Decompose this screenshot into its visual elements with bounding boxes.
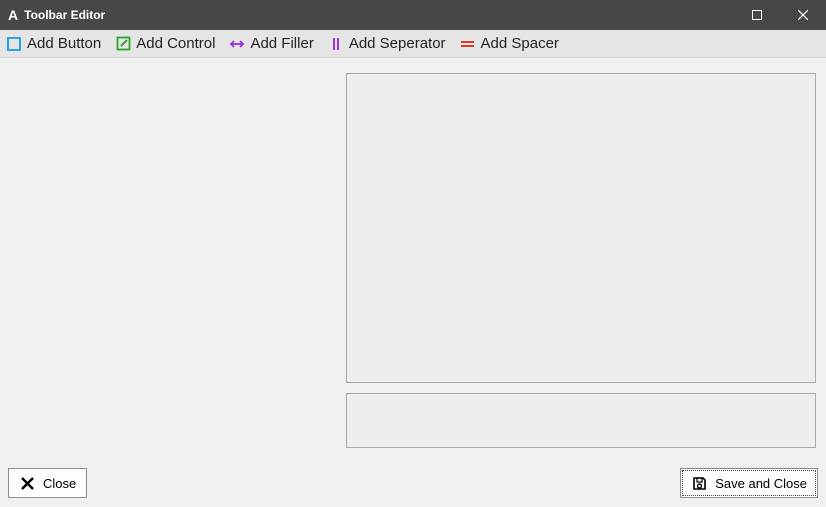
maximize-button[interactable] — [734, 0, 780, 30]
maximize-icon — [752, 10, 762, 20]
add-button-label: Add Button — [27, 35, 101, 52]
horizontal-arrows-icon — [229, 36, 245, 52]
add-spacer-item[interactable]: Add Spacer — [460, 35, 559, 52]
spacer-icon — [460, 36, 476, 52]
square-icon — [6, 36, 22, 52]
add-control-label: Add Control — [136, 35, 215, 52]
x-icon — [19, 475, 35, 491]
add-filler-item[interactable]: Add Filler — [229, 35, 313, 52]
save-and-close-label: Save and Close — [715, 476, 807, 491]
add-filler-label: Add Filler — [250, 35, 313, 52]
close-window-button[interactable] — [780, 0, 826, 30]
footer: Close Save and Close — [0, 467, 826, 507]
add-control-item[interactable]: Add Control — [115, 35, 215, 52]
save-icon — [691, 475, 707, 491]
titlebar: A Toolbar Editor — [0, 0, 826, 30]
add-button-item[interactable]: Add Button — [6, 35, 101, 52]
add-separator-item[interactable]: Add Seperator — [328, 35, 446, 52]
app-icon: A — [8, 7, 18, 23]
add-spacer-label: Add Spacer — [481, 35, 559, 52]
add-separator-label: Add Seperator — [349, 35, 446, 52]
save-and-close-button[interactable]: Save and Close — [680, 468, 818, 498]
preview-panel[interactable] — [346, 73, 816, 383]
close-icon — [798, 10, 808, 20]
separator-icon — [328, 36, 344, 52]
edit-square-icon — [115, 36, 131, 52]
properties-panel[interactable] — [346, 393, 816, 448]
main-area — [0, 58, 826, 467]
close-button[interactable]: Close — [8, 468, 87, 498]
toolbar: Add Button Add Control Add Filler A — [0, 30, 826, 58]
close-label: Close — [43, 476, 76, 491]
window-title: Toolbar Editor — [24, 8, 105, 22]
